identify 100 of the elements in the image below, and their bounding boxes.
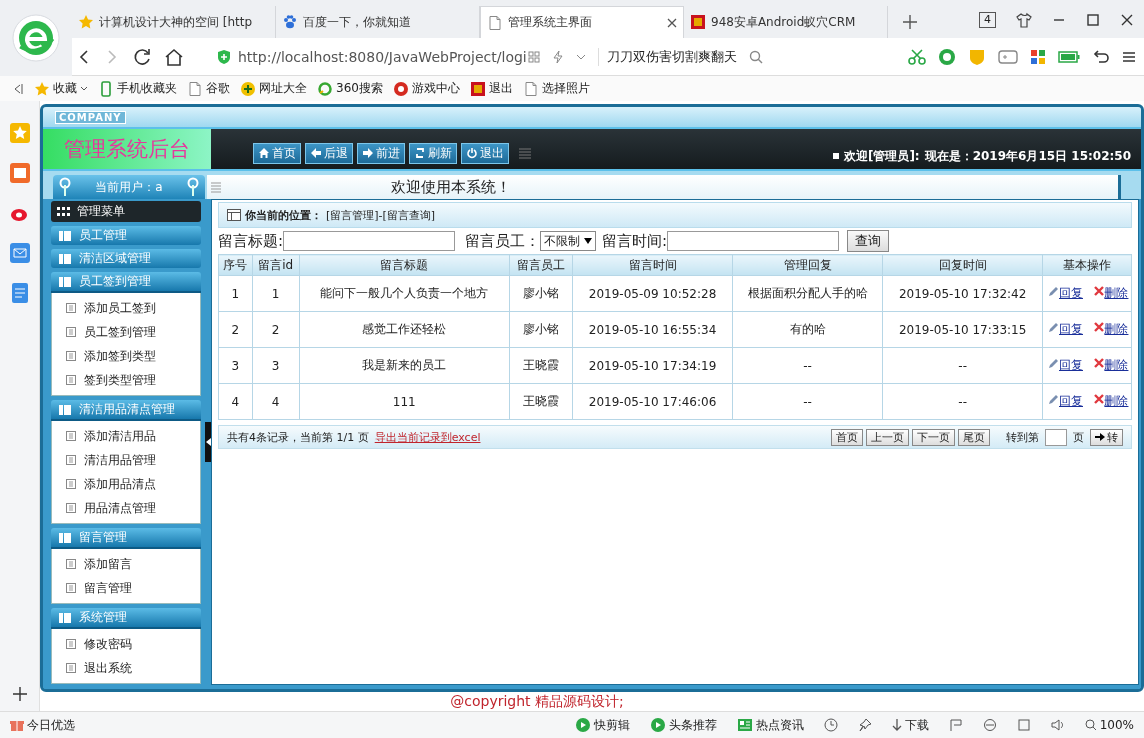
page-input[interactable]: [1045, 428, 1067, 446]
url-text[interactable]: http://localhost:8080/JavaWebProject/logi: [238, 48, 527, 65]
reply-link[interactable]: 回复: [1059, 322, 1083, 337]
export-link[interactable]: 导出当前记录到excel: [374, 429, 481, 445]
menu-item[interactable]: 用品清点管理: [52, 496, 200, 521]
battery-icon[interactable]: [1058, 50, 1080, 63]
square-icon: [469, 80, 486, 97]
table-cell: 有的哈: [732, 311, 883, 348]
bookmark[interactable]: 360搜索: [317, 80, 383, 97]
reload-icon[interactable]: [132, 46, 152, 67]
item-icon: [66, 351, 76, 362]
nav-button[interactable]: 首页: [253, 142, 301, 164]
delete-link[interactable]: 删除: [1104, 322, 1129, 337]
delete-link[interactable]: 删除: [1104, 394, 1129, 409]
page-button[interactable]: 尾页: [958, 428, 990, 446]
browser-icon[interactable]: [982, 718, 997, 733]
browser-tab[interactable]: 计算机设计大神的空间 [http: [72, 6, 276, 38]
status-item[interactable]: 热点资讯: [736, 716, 804, 734]
shield-icon[interactable]: [216, 48, 232, 65]
lightning-icon[interactable]: [552, 49, 564, 64]
field-label: 留言标题:: [218, 231, 284, 251]
page-button[interactable]: 下一页: [912, 428, 955, 446]
nav-button[interactable]: 前进: [357, 142, 405, 164]
bookmark[interactable]: 网址大全: [240, 80, 307, 97]
menu-item[interactable]: 修改密码: [52, 632, 200, 657]
scissors-icon[interactable]: [908, 48, 926, 65]
favorites-icon[interactable]: [9, 123, 30, 144]
delete-link[interactable]: 删除: [1104, 286, 1129, 301]
badge-icon[interactable]: [968, 47, 986, 66]
page-button[interactable]: 上一页: [866, 428, 909, 446]
status-item[interactable]: 头条推荐: [649, 716, 717, 734]
menu-item[interactable]: 退出系统: [52, 656, 200, 681]
search-hint[interactable]: 刀刀双伤害切割爽翻天: [598, 47, 737, 66]
menu-item[interactable]: 添加用品清点: [52, 472, 200, 497]
right-arrow-icon: [362, 147, 374, 160]
nav-button[interactable]: 退出: [461, 142, 509, 164]
go-button[interactable]: 转: [1090, 428, 1123, 446]
maximize-icon[interactable]: [1086, 13, 1100, 27]
search-button[interactable]: 查询: [847, 230, 890, 253]
search-icon[interactable]: [749, 49, 763, 64]
document-icon[interactable]: [9, 283, 30, 304]
home-icon[interactable]: [164, 46, 184, 67]
delete-link[interactable]: 删除: [1104, 358, 1129, 373]
close-icon[interactable]: [1120, 13, 1134, 27]
pencil-icon: [1047, 358, 1059, 371]
news-icon[interactable]: [9, 163, 30, 184]
bookmark[interactable]: 收藏: [34, 80, 88, 97]
menu-item[interactable]: 清洁用品管理: [52, 448, 200, 473]
menu-item[interactable]: 签到类型管理: [52, 368, 200, 393]
zoom-level[interactable]: 100%: [1084, 718, 1134, 733]
menu-item[interactable]: 添加员工签到: [52, 296, 200, 321]
play-icon: [649, 717, 666, 734]
select-field[interactable]: 不限制: [540, 231, 597, 252]
collapse-icon[interactable]: [12, 82, 24, 95]
reply-link[interactable]: 回复: [1059, 394, 1083, 409]
input-field[interactable]: [667, 231, 840, 252]
menu-item[interactable]: 留言管理: [52, 576, 200, 601]
nav-button[interactable]: 刷新: [409, 142, 457, 164]
page-button[interactable]: 首页: [831, 428, 863, 446]
list-icon[interactable]: [519, 147, 531, 160]
browser-tab[interactable]: 948安卓Android蚁穴CRM: [684, 6, 888, 38]
close-icon[interactable]: [667, 17, 677, 28]
menu-item[interactable]: 添加留言: [52, 552, 200, 577]
pin-icon[interactable]: [857, 718, 872, 733]
caret-icon: [584, 238, 593, 245]
menu-item[interactable]: 添加签到类型: [52, 344, 200, 369]
table-cell: 3: [218, 347, 253, 384]
table-cell: 2019-05-10 16:55:34: [572, 311, 733, 348]
bookmark[interactable]: 退出: [469, 80, 513, 97]
grid-icon[interactable]: [528, 50, 540, 63]
tab-count[interactable]: 4: [979, 12, 996, 28]
download-item[interactable]: 下载: [891, 716, 929, 734]
undo-icon[interactable]: [1092, 48, 1110, 65]
tiles-icon[interactable]: [1030, 48, 1046, 65]
menu-item[interactable]: 员工签到管理: [52, 320, 200, 345]
input-field[interactable]: [283, 231, 456, 252]
bookmark[interactable]: 选择照片: [522, 80, 590, 97]
clock-icon[interactable]: [823, 718, 838, 733]
mail-icon[interactable]: [9, 243, 30, 264]
window-icon[interactable]: [1016, 718, 1031, 733]
flag-icon[interactable]: [948, 718, 963, 733]
bookmark[interactable]: 手机收藏夹: [98, 80, 177, 97]
game-pad-icon[interactable]: [998, 48, 1018, 65]
browser-tab[interactable]: 管理系统主界面: [480, 6, 684, 38]
nav-button[interactable]: 后退: [305, 142, 353, 164]
speaker-icon[interactable]: [1050, 718, 1065, 733]
status-item[interactable]: 快剪辑: [574, 716, 630, 734]
status-item[interactable]: 今日优选: [10, 716, 75, 734]
browser-logo-icon[interactable]: [12, 14, 60, 62]
collapse-handle[interactable]: [205, 422, 211, 463]
shirt-icon[interactable]: [1016, 12, 1032, 28]
add-icon[interactable]: [12, 687, 27, 702]
reply-link[interactable]: 回复: [1059, 358, 1083, 373]
new-tab-icon[interactable]: [902, 14, 918, 30]
reply-link[interactable]: 回复: [1059, 286, 1083, 301]
bookmark[interactable]: 谷歌: [187, 80, 230, 97]
circle-icon[interactable]: [938, 47, 956, 66]
bookmark[interactable]: 游戏中心: [392, 80, 460, 97]
menu-icon[interactable]: [1122, 49, 1136, 64]
menu-item[interactable]: 添加清洁用品: [52, 424, 200, 449]
